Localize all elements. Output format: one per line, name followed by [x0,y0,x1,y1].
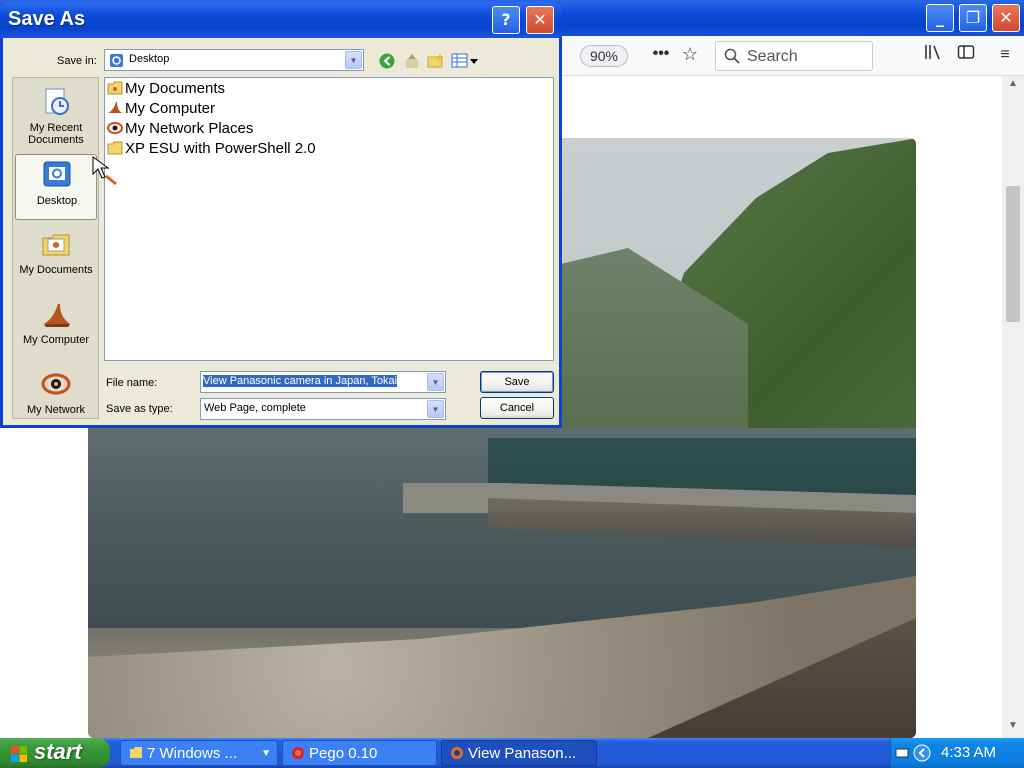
save-as-type-dropdown[interactable]: Web Page, complete ▼ [200,398,446,420]
desktop-small-icon [110,54,123,67]
place-my-network[interactable]: My Network [15,364,97,418]
scroll-up-arrow-icon[interactable]: ▲ [1002,78,1024,94]
place-label: My Recent [29,122,83,134]
place-label: My Documents [19,264,93,276]
save-as-type-label: Save as type: [106,403,173,415]
file-item-my-documents[interactable]: My Documents [107,80,225,99]
file-name: My Computer [125,100,216,117]
up-folder-icon[interactable] [404,53,420,69]
file-name: XP ESU with PowerShell 2.0 [125,140,316,157]
search-placeholder: Search [747,48,798,65]
place-my-recent-documents[interactable]: My Recent Documents [15,82,97,148]
taskbar-item-windows-explorer[interactable]: 7 Windows ... ▼ [120,740,278,766]
file-item-xp-esu-folder[interactable]: XP ESU with PowerShell 2.0 [107,140,316,159]
place-my-computer[interactable]: My Computer [15,294,97,360]
file-item-my-network-places[interactable]: My Network Places [107,120,253,139]
hamburger-menu-icon[interactable]: ≡ [994,44,1016,66]
network-places-icon [107,122,123,134]
pego-icon [292,747,304,759]
scroll-down-arrow-icon[interactable]: ▼ [1002,720,1024,736]
folder-icon [130,747,142,758]
my-computer-icon [44,304,70,327]
file-name-label: File name: [106,377,158,389]
save-in-value: Desktop [129,53,170,65]
folder-icon [107,141,123,155]
place-my-documents[interactable]: My Documents [15,224,97,290]
maximize-button[interactable]: ❐ [959,4,987,32]
taskbar: start 7 Windows ... ▼ Pego 0.10 View Pan… [0,738,1024,768]
chevron-down-icon: ▼ [261,748,271,759]
place-label: Desktop [36,195,78,207]
place-label: My Network [26,404,86,416]
taskbar-item-pego[interactable]: Pego 0.10 [282,740,437,766]
my-documents-icon [42,234,70,256]
browser-icon [451,747,463,759]
start-label: start [34,739,82,764]
chevron-down-icon[interactable]: ▼ [427,400,444,418]
taskbar-item-label: Pego 0.10 [309,745,378,762]
file-name-field[interactable]: View Panasonic camera in Japan, Tokai ▼ [200,371,446,393]
view-menu-icon[interactable] [451,53,479,69]
zoom-level-badge[interactable]: 90% [580,45,628,67]
system-tray: 4:33 AM [890,738,1024,768]
desktop-icon [43,161,71,187]
my-documents-icon [107,81,123,95]
taskbar-item-label: 7 Windows ... [147,745,238,762]
place-label: My Computer [22,334,90,346]
file-name: My Documents [125,80,226,97]
cancel-button[interactable]: Cancel [480,397,554,419]
chevron-down-icon[interactable]: ▼ [345,51,362,69]
minimize-button[interactable]: _ [926,4,954,32]
save-as-dialog: Save As ? ✕ Save in: Desktop ▼ My Recent… [0,2,562,428]
show-hidden-icons-icon[interactable] [913,744,931,762]
places-bar: My Recent Documents Desktop My Documents… [12,77,99,419]
recent-documents-icon [45,88,69,115]
scroll-thumb[interactable] [1006,186,1020,322]
bookmark-star-icon[interactable]: ☆ [679,43,701,65]
place-label: Documents [28,134,84,146]
browser-close-button[interactable]: ✕ [992,4,1020,32]
network-places-icon [41,373,71,395]
file-list[interactable]: My Documents My Computer My Network Plac… [104,77,554,361]
clock: 4:33 AM [941,744,997,761]
dialog-titlebar[interactable]: Save As ? ✕ [0,2,562,38]
page-scrollbar[interactable]: ▲ ▼ [1002,76,1024,738]
search-icon [724,48,740,64]
mouse-cursor-icon [92,156,117,186]
library-icon[interactable] [922,44,944,66]
file-name: My Network Places [125,120,254,137]
help-button[interactable]: ? [492,6,520,34]
file-item-my-computer[interactable]: My Computer [107,100,215,119]
save-in-dropdown[interactable]: Desktop ▼ [104,49,364,71]
page-actions-icon[interactable]: ••• [650,44,672,66]
save-as-type-value: Web Page, complete [204,402,306,414]
place-desktop[interactable]: Desktop [15,154,97,220]
keyboard-icon[interactable] [895,746,909,760]
sidebar-icon[interactable] [955,44,977,66]
dialog-close-button[interactable]: ✕ [526,6,554,34]
my-computer-icon [108,102,122,113]
chevron-down-icon[interactable]: ▼ [427,373,444,391]
windows-logo-icon [11,746,27,762]
taskbar-item-label: View Panason... [468,745,577,762]
search-input[interactable]: Search [715,41,873,71]
dialog-title: Save As [8,8,86,30]
back-icon[interactable] [379,53,395,69]
taskbar-item-browser[interactable]: View Panason... [441,740,597,766]
file-name-value: View Panasonic camera in Japan, Tokai [203,375,397,387]
new-folder-icon[interactable] [427,52,445,69]
start-button[interactable]: start [0,738,110,768]
save-in-label: Save in: [57,55,97,67]
save-button[interactable]: Save [480,371,554,393]
